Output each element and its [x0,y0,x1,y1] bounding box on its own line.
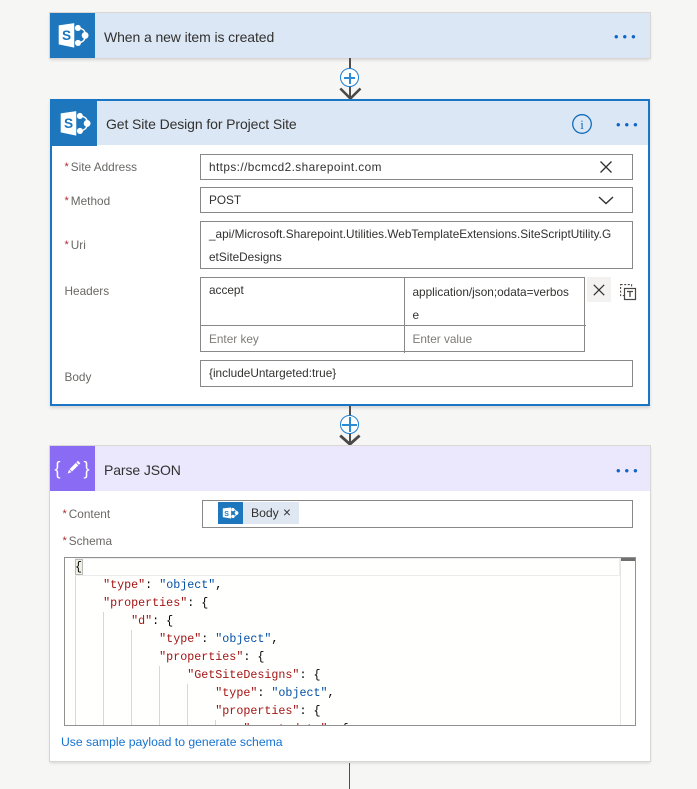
svg-text:}: } [84,459,90,479]
svg-text:S: S [224,511,229,518]
svg-text:S: S [64,116,73,131]
svg-text:S: S [62,28,71,43]
svg-text:i: i [580,117,584,132]
svg-text:{: { [55,459,61,479]
